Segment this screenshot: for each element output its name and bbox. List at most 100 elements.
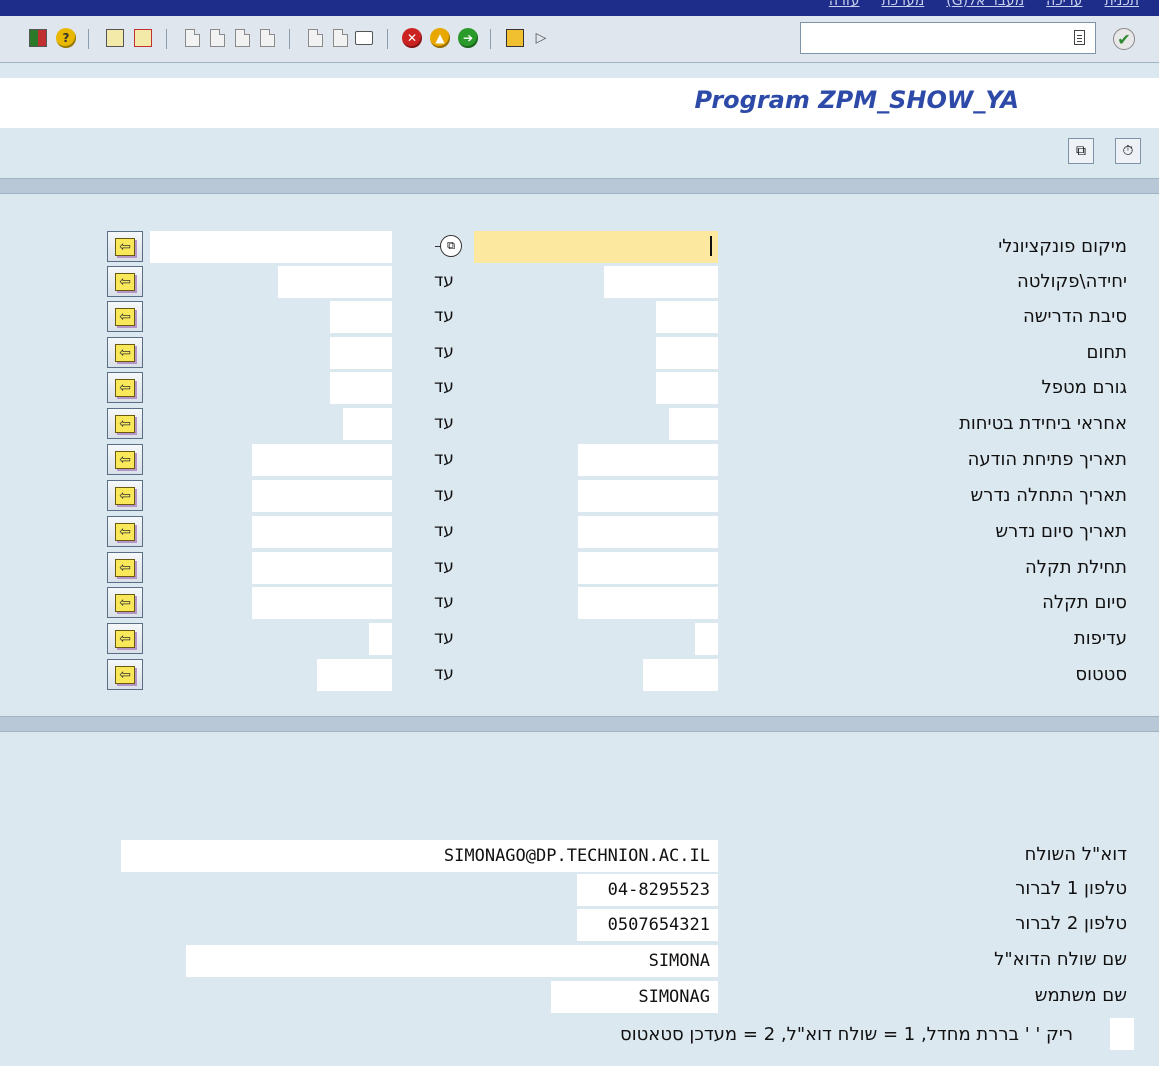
criteria-row: ⇦ עד תאריך סיום נדרש bbox=[0, 516, 1159, 550]
matchcode-icon[interactable]: ⧉ bbox=[435, 235, 462, 257]
multiple-selection-button[interactable]: ⇦ bbox=[107, 480, 143, 511]
multiple-selection-button[interactable]: ⇦ bbox=[107, 408, 143, 439]
arrow-left-icon: ⇦ bbox=[115, 343, 135, 362]
toolbar-separator bbox=[166, 29, 167, 49]
multiple-selection-icon[interactable]: ⧉ bbox=[1068, 138, 1094, 164]
menu-help[interactable]: עזרה bbox=[829, 0, 860, 9]
phone2-label: טלפון 2 לברור bbox=[1015, 913, 1127, 934]
criteria-to-field[interactable] bbox=[317, 659, 392, 691]
parameters-section: SIMONAGO@DP.TECHNION.AC.IL דוא"ל השולח 0… bbox=[0, 732, 1159, 1066]
menu-goto[interactable]: מעבר אל(G) bbox=[946, 0, 1024, 9]
criteria-to-field[interactable] bbox=[330, 372, 392, 404]
multiple-selection-button[interactable]: ⇦ bbox=[107, 337, 143, 368]
multiple-selection-button[interactable]: ⇦ bbox=[107, 266, 143, 297]
multiple-selection-button[interactable]: ⇦ bbox=[107, 623, 143, 654]
multiple-selection-button[interactable]: ⇦ bbox=[107, 552, 143, 583]
phone2-field[interactable]: 0507654321 bbox=[577, 909, 718, 941]
criteria-to-field[interactable] bbox=[252, 587, 392, 619]
criteria-label: אחראי ביחידת בטיחות bbox=[959, 413, 1127, 434]
criteria-from-field[interactable] bbox=[578, 444, 718, 476]
print-icon[interactable] bbox=[352, 26, 376, 50]
criteria-to-field[interactable] bbox=[330, 301, 392, 333]
username-field[interactable]: SIMONAG bbox=[551, 981, 718, 1013]
menu-system[interactable]: מערכת bbox=[881, 0, 924, 9]
criteria-from-field[interactable] bbox=[604, 266, 718, 298]
criteria-label: יחידה\פקולטה bbox=[1016, 271, 1127, 292]
to-label: עד bbox=[434, 306, 454, 326]
mode-field[interactable] bbox=[1110, 1018, 1134, 1050]
criteria-from-field[interactable] bbox=[656, 372, 718, 404]
enter-icon[interactable]: ✔ bbox=[1113, 28, 1135, 50]
criteria-to-field[interactable] bbox=[343, 408, 392, 440]
criteria-from-field[interactable] bbox=[578, 587, 718, 619]
save-icon[interactable] bbox=[503, 26, 527, 50]
criteria-row: ⇦ עד סיבת הדרישה bbox=[0, 301, 1159, 335]
find-icon bbox=[303, 26, 327, 50]
multiple-selection-button[interactable]: ⇦ bbox=[107, 516, 143, 547]
arrow-left-icon: ⇦ bbox=[115, 414, 135, 433]
toolbar-separator bbox=[387, 29, 388, 49]
criteria-from-field[interactable] bbox=[695, 623, 718, 655]
criteria-to-field[interactable] bbox=[252, 516, 392, 548]
multiple-selection-button[interactable]: ⇦ bbox=[107, 301, 143, 332]
param-row: SIMONAGO@DP.TECHNION.AC.IL דוא"ל השולח bbox=[0, 840, 1159, 874]
criteria-row: ⇦ עד סטטוס bbox=[0, 659, 1159, 693]
layout-menu-icon[interactable] bbox=[26, 26, 50, 50]
command-history-icon[interactable] bbox=[1074, 30, 1085, 45]
multiple-selection-button[interactable]: ⇦ bbox=[107, 372, 143, 403]
criteria-from-field[interactable] bbox=[643, 659, 718, 691]
criteria-from-field[interactable] bbox=[656, 337, 718, 369]
criteria-from-field[interactable] bbox=[669, 408, 718, 440]
criteria-to-field[interactable] bbox=[330, 337, 392, 369]
paste-icon bbox=[230, 26, 254, 50]
to-label: עד bbox=[434, 557, 454, 577]
arrow-left-icon: ⇦ bbox=[115, 629, 135, 648]
to-label: עד bbox=[434, 664, 454, 684]
menu-program[interactable]: תכנית bbox=[1104, 0, 1139, 9]
arrow-left-icon: ⇦ bbox=[115, 237, 135, 256]
select-all-icon[interactable] bbox=[103, 26, 127, 50]
section-divider bbox=[0, 178, 1159, 194]
cancel-icon[interactable]: ✕ bbox=[400, 26, 424, 50]
sender-name-field[interactable]: SIMONA bbox=[186, 945, 718, 977]
play-icon[interactable]: ▷ bbox=[529, 26, 553, 50]
criteria-from-field[interactable] bbox=[578, 480, 718, 512]
criteria-row: ⇦ ⧉ מיקום פונקציונלי bbox=[0, 231, 1159, 265]
to-label: עד bbox=[434, 521, 454, 541]
criteria-from-field[interactable] bbox=[578, 552, 718, 584]
new-row-icon bbox=[255, 26, 279, 50]
criteria-label: תאריך פתיחת הודעה bbox=[967, 449, 1127, 470]
multiple-selection-button[interactable]: ⇦ bbox=[107, 659, 143, 690]
criteria-label: תחילת תקלה bbox=[1025, 557, 1127, 578]
criteria-to-field[interactable] bbox=[252, 444, 392, 476]
back-icon[interactable]: ▲ bbox=[428, 26, 452, 50]
criteria-to-field[interactable] bbox=[150, 231, 392, 263]
criteria-row: ⇦ עד גורם מטפל bbox=[0, 372, 1159, 406]
command-field[interactable] bbox=[800, 22, 1096, 54]
menu-edit[interactable]: עריכה bbox=[1046, 0, 1082, 9]
section-divider bbox=[0, 716, 1159, 732]
username-label: שם משתמש bbox=[1034, 985, 1127, 1006]
criteria-to-field[interactable] bbox=[369, 623, 392, 655]
toolbar-separator bbox=[490, 29, 491, 49]
help-icon[interactable]: ? bbox=[54, 26, 78, 50]
criteria-from-field[interactable] bbox=[578, 516, 718, 548]
criteria-from-field[interactable] bbox=[656, 301, 718, 333]
exit-icon[interactable]: ➔ bbox=[456, 26, 480, 50]
criteria-row: ⇦ עד תאריך התחלה נדרש bbox=[0, 480, 1159, 514]
criteria-row: ⇦ עד תחילת תקלה bbox=[0, 552, 1159, 586]
criteria-to-field[interactable] bbox=[252, 552, 392, 584]
sender-email-field[interactable]: SIMONAGO@DP.TECHNION.AC.IL bbox=[121, 840, 718, 872]
multiple-selection-button[interactable]: ⇦ bbox=[107, 587, 143, 618]
multiple-selection-button[interactable]: ⇦ bbox=[107, 444, 143, 475]
criteria-label: סטטוס bbox=[1075, 664, 1127, 685]
phone1-field[interactable]: 04-8295523 bbox=[577, 874, 718, 906]
criteria-to-field[interactable] bbox=[278, 266, 392, 298]
deselect-icon[interactable] bbox=[131, 26, 155, 50]
criteria-to-field[interactable] bbox=[252, 480, 392, 512]
sender-name-label: שם שולח הדוא"ל bbox=[994, 949, 1127, 970]
sender-email-label: דוא"ל השולח bbox=[1024, 844, 1127, 865]
multiple-selection-button[interactable]: ⇦ bbox=[107, 231, 143, 262]
criteria-from-field[interactable] bbox=[474, 231, 718, 263]
execute-icon[interactable]: ⏱ bbox=[1115, 138, 1141, 164]
